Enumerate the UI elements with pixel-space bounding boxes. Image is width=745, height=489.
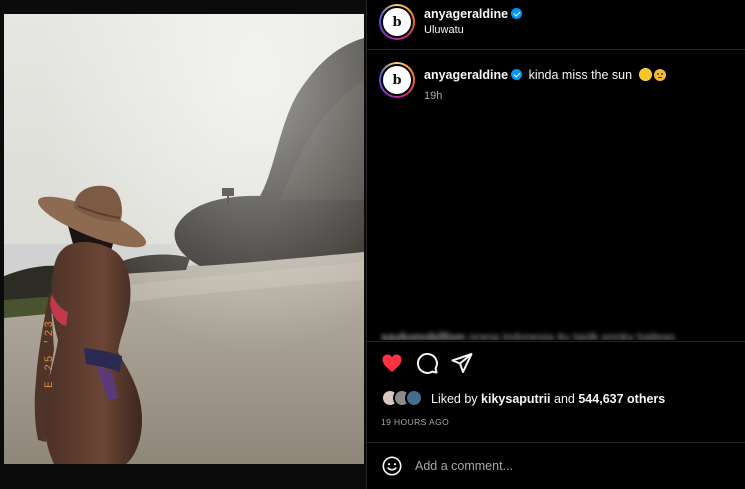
likes-summary: Liked by kikysaputrii and 544,637 others bbox=[367, 386, 745, 412]
liked-by-user[interactable]: kikysaputrii bbox=[481, 392, 550, 406]
post-date[interactable]: 19 HOURS AGO bbox=[381, 417, 449, 427]
likes-count[interactable]: 544,637 others bbox=[578, 392, 665, 406]
likes-text: Liked by kikysaputrii and 544,637 others bbox=[431, 392, 666, 406]
caption-avatar[interactable]: b bbox=[379, 62, 415, 98]
comments-list[interactable]: saykonobillion orang indonesia itu taidk… bbox=[367, 120, 745, 340]
beach-photo: E 25 '23 bbox=[0, 0, 366, 489]
heart-icon bbox=[382, 354, 402, 372]
verified-badge-icon bbox=[511, 69, 523, 80]
post-side-panel: b anyageraldine Uluwatu b anyageraldine … bbox=[366, 0, 745, 489]
author-avatar[interactable]: b bbox=[379, 4, 415, 40]
post-photo[interactable]: E 25 '23 bbox=[0, 0, 366, 489]
emoji-button[interactable] bbox=[379, 453, 405, 479]
comment-button[interactable] bbox=[414, 350, 440, 376]
post-header: b anyageraldine Uluwatu bbox=[367, 0, 745, 50]
caption-username[interactable]: anyageraldine bbox=[424, 68, 508, 82]
smiley-icon bbox=[382, 456, 402, 476]
share-button[interactable] bbox=[449, 350, 475, 376]
face-emoji-icon bbox=[653, 69, 666, 81]
comment-input[interactable] bbox=[415, 455, 685, 477]
caption-body: kinda miss the sun bbox=[528, 68, 633, 82]
caption-time[interactable]: 19h bbox=[424, 90, 442, 102]
comment-icon bbox=[416, 352, 438, 374]
photo-date-stamp: E 25 '23 bbox=[44, 319, 56, 388]
liker-avatars[interactable] bbox=[381, 389, 431, 409]
caption-text: anyageraldine kinda miss the sun bbox=[424, 68, 666, 82]
post-location[interactable]: Uluwatu bbox=[424, 24, 464, 36]
share-icon bbox=[451, 353, 473, 373]
verified-badge-icon bbox=[511, 8, 523, 19]
sun-emoji-icon bbox=[639, 69, 651, 80]
partial-comment[interactable]: saykonobillion orang indonesia itu taidk… bbox=[381, 330, 675, 340]
author-username-text[interactable]: anyageraldine bbox=[424, 7, 508, 21]
add-comment-bar bbox=[367, 442, 745, 489]
post-actions bbox=[367, 341, 745, 384]
author-username[interactable]: anyageraldine bbox=[424, 7, 523, 21]
liker-avatar bbox=[405, 389, 423, 407]
like-button[interactable] bbox=[379, 350, 405, 376]
